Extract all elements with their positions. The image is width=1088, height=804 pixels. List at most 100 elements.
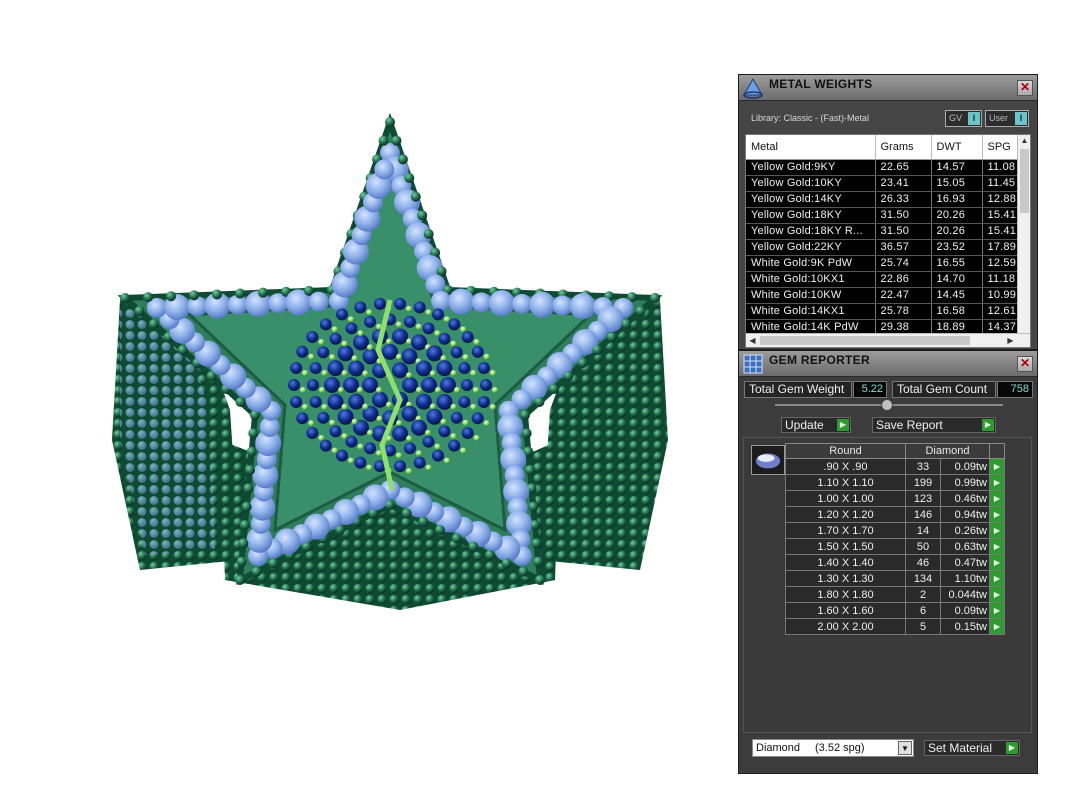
column-header-grams[interactable]: Grams xyxy=(875,135,932,160)
gem-row[interactable]: 1.00 X 1.00 123 0.46tw ▶ xyxy=(785,490,1005,507)
lime-bead xyxy=(341,403,348,410)
column-header-dwt[interactable]: DWT xyxy=(931,135,983,160)
dark-blue-gem xyxy=(461,331,474,344)
table-cell: 16.93 xyxy=(931,191,983,208)
horizontal-scroll-thumb[interactable] xyxy=(760,336,970,345)
lime-bead xyxy=(367,429,373,436)
gem-row[interactable]: 1.70 X 1.70 14 0.26tw ▶ xyxy=(785,522,1005,539)
table-row[interactable]: Yellow Gold:10KY 23.41 15.05 11.45 xyxy=(746,175,1023,192)
dark-blue-gem xyxy=(480,379,492,391)
table-cell: 12.61 xyxy=(982,303,1023,320)
edge-bead xyxy=(635,306,646,316)
dark-blue-gem xyxy=(307,379,319,391)
edge-bead xyxy=(468,541,479,552)
gem-size-cell: 1.00 X 1.00 xyxy=(785,490,906,507)
lime-bead xyxy=(489,370,496,377)
select-gem-arrow-icon[interactable]: ▶ xyxy=(989,538,1005,555)
chevron-down-icon[interactable]: ▼ xyxy=(898,741,912,755)
gem-reporter-panel: GEM REPORTER ✕ Total Gem Weight 5.22 Tot… xyxy=(738,350,1038,774)
gem-material-header: Diamond xyxy=(905,443,990,459)
edge-bead xyxy=(404,173,415,183)
gem-row[interactable]: 1.50 X 1.50 50 0.63tw ▶ xyxy=(785,538,1005,555)
metal-weights-close-button[interactable]: ✕ xyxy=(1017,80,1033,96)
lime-bead xyxy=(396,452,402,459)
dark-blue-gem xyxy=(421,377,437,393)
vertical-scroll-thumb[interactable] xyxy=(1020,149,1029,213)
lime-bead xyxy=(415,450,422,457)
column-header-spg[interactable]: SPG xyxy=(982,135,1023,160)
slider-knob[interactable] xyxy=(881,399,893,411)
select-gem-arrow-icon[interactable]: ▶ xyxy=(989,554,1005,571)
dark-blue-gem xyxy=(309,395,322,408)
gem-row[interactable]: 1.80 X 1.80 2 0.044tw ▶ xyxy=(785,586,1005,603)
table-row[interactable]: White Gold:10KW 22.47 14.45 10.99 xyxy=(746,287,1023,304)
material-select[interactable]: Diamond (3.52 spg) ▼ xyxy=(752,739,914,757)
table-row[interactable]: Yellow Gold:18KY R... 31.50 20.26 15.41 xyxy=(746,223,1023,240)
metal-weights-titlebar[interactable]: METAL WEIGHTS ✕ xyxy=(739,75,1037,101)
round-diamond-icon[interactable] xyxy=(751,445,785,475)
scroll-up-icon[interactable]: ▲ xyxy=(1018,135,1030,147)
table-row[interactable]: Yellow Gold:22KY 36.57 23.52 17.89 xyxy=(746,239,1023,256)
table-cell: 16.55 xyxy=(931,255,983,272)
table-row[interactable]: White Gold:9K PdW 25.74 16.55 12.59 xyxy=(746,255,1023,272)
light-blue-gem xyxy=(471,292,492,313)
gem-row[interactable]: 1.20 X 1.20 146 0.94tw ▶ xyxy=(785,506,1005,523)
lime-bead xyxy=(406,468,413,475)
column-header-metal[interactable]: Metal xyxy=(746,135,876,160)
edge-bead xyxy=(417,210,428,221)
gem-row[interactable]: 1.40 X 1.40 46 0.47tw ▶ xyxy=(785,554,1005,571)
gem-row[interactable]: 1.60 X 1.60 6 0.09tw ▶ xyxy=(785,602,1005,619)
table-cell: 22.65 xyxy=(875,159,932,176)
table-cell: Yellow Gold:22KY xyxy=(746,239,876,256)
dark-blue-gem xyxy=(401,348,418,365)
save-report-button[interactable]: Save Report ▶ xyxy=(872,417,996,433)
dark-blue-gem xyxy=(296,345,309,358)
update-button[interactable]: Update ▶ xyxy=(781,417,851,433)
gem-header-spacer xyxy=(989,443,1005,459)
gem-row[interactable]: 1.10 X 1.10 199 0.99tw ▶ xyxy=(785,474,1005,491)
select-gem-arrow-icon[interactable]: ▶ xyxy=(989,570,1005,587)
edge-bead xyxy=(592,345,603,355)
lime-bead xyxy=(434,443,441,450)
select-gem-arrow-icon[interactable]: ▶ xyxy=(989,586,1005,603)
select-gem-arrow-icon[interactable]: ▶ xyxy=(989,490,1005,507)
gv-toggle[interactable]: GV I xyxy=(945,110,982,127)
gem-reporter-titlebar[interactable]: GEM REPORTER ✕ xyxy=(739,351,1037,377)
scroll-right-icon[interactable]: ▶ xyxy=(1004,334,1017,347)
table-row[interactable]: Yellow Gold:18KY 31.50 20.26 15.41 xyxy=(746,207,1023,224)
select-gem-arrow-icon[interactable]: ▶ xyxy=(989,522,1005,539)
edge-bead xyxy=(385,117,395,127)
table-row[interactable]: White Gold:14KX1 25.78 16.58 12.61 xyxy=(746,303,1023,320)
gem-row[interactable]: 1.30 X 1.30 134 1.10tw ▶ xyxy=(785,570,1005,587)
gem-row[interactable]: .90 X .90 33 0.09tw ▶ xyxy=(785,458,1005,475)
star-ring-3d-model[interactable] xyxy=(100,110,680,630)
table-row[interactable]: Yellow Gold:14KY 26.33 16.93 12.88 xyxy=(746,191,1023,208)
gem-reporter-close-button[interactable]: ✕ xyxy=(1017,356,1033,372)
table-row[interactable]: Yellow Gold:9KY 22.65 14.57 11.08 xyxy=(746,159,1023,176)
dark-blue-gem xyxy=(403,442,416,455)
select-gem-arrow-icon[interactable]: ▶ xyxy=(989,474,1005,491)
set-material-button[interactable]: Set Material ▶ xyxy=(924,740,1020,756)
edge-bead xyxy=(435,525,445,535)
metal-table-horizontal-scrollbar[interactable]: ◀ ▶ xyxy=(746,333,1030,347)
metal-table-vertical-scrollbar[interactable]: ▲ xyxy=(1017,135,1030,335)
scroll-left-icon[interactable]: ◀ xyxy=(746,334,759,347)
dark-blue-gem xyxy=(461,426,474,439)
edge-bead xyxy=(251,566,262,577)
select-gem-arrow-icon[interactable]: ▶ xyxy=(989,458,1005,475)
edge-bead xyxy=(246,446,257,457)
gem-count-cell: 33 xyxy=(905,458,941,475)
user-toggle[interactable]: User I xyxy=(985,110,1029,127)
gem-row[interactable]: 2.00 X 2.00 5 0.15tw ▶ xyxy=(785,618,1005,635)
table-row[interactable]: White Gold:10KX1 22.86 14.70 11.18 xyxy=(746,271,1023,288)
dark-blue-gem xyxy=(436,393,453,410)
select-gem-arrow-icon[interactable]: ▶ xyxy=(989,618,1005,635)
dark-blue-gem xyxy=(440,377,456,393)
lime-bead xyxy=(396,321,402,328)
play-arrow-icon: ▶ xyxy=(837,419,849,431)
report-slider[interactable] xyxy=(775,399,1003,411)
table-cell: 26.33 xyxy=(875,191,932,208)
select-gem-arrow-icon[interactable]: ▶ xyxy=(989,602,1005,619)
select-gem-arrow-icon[interactable]: ▶ xyxy=(989,506,1005,523)
light-blue-gem xyxy=(448,288,475,315)
